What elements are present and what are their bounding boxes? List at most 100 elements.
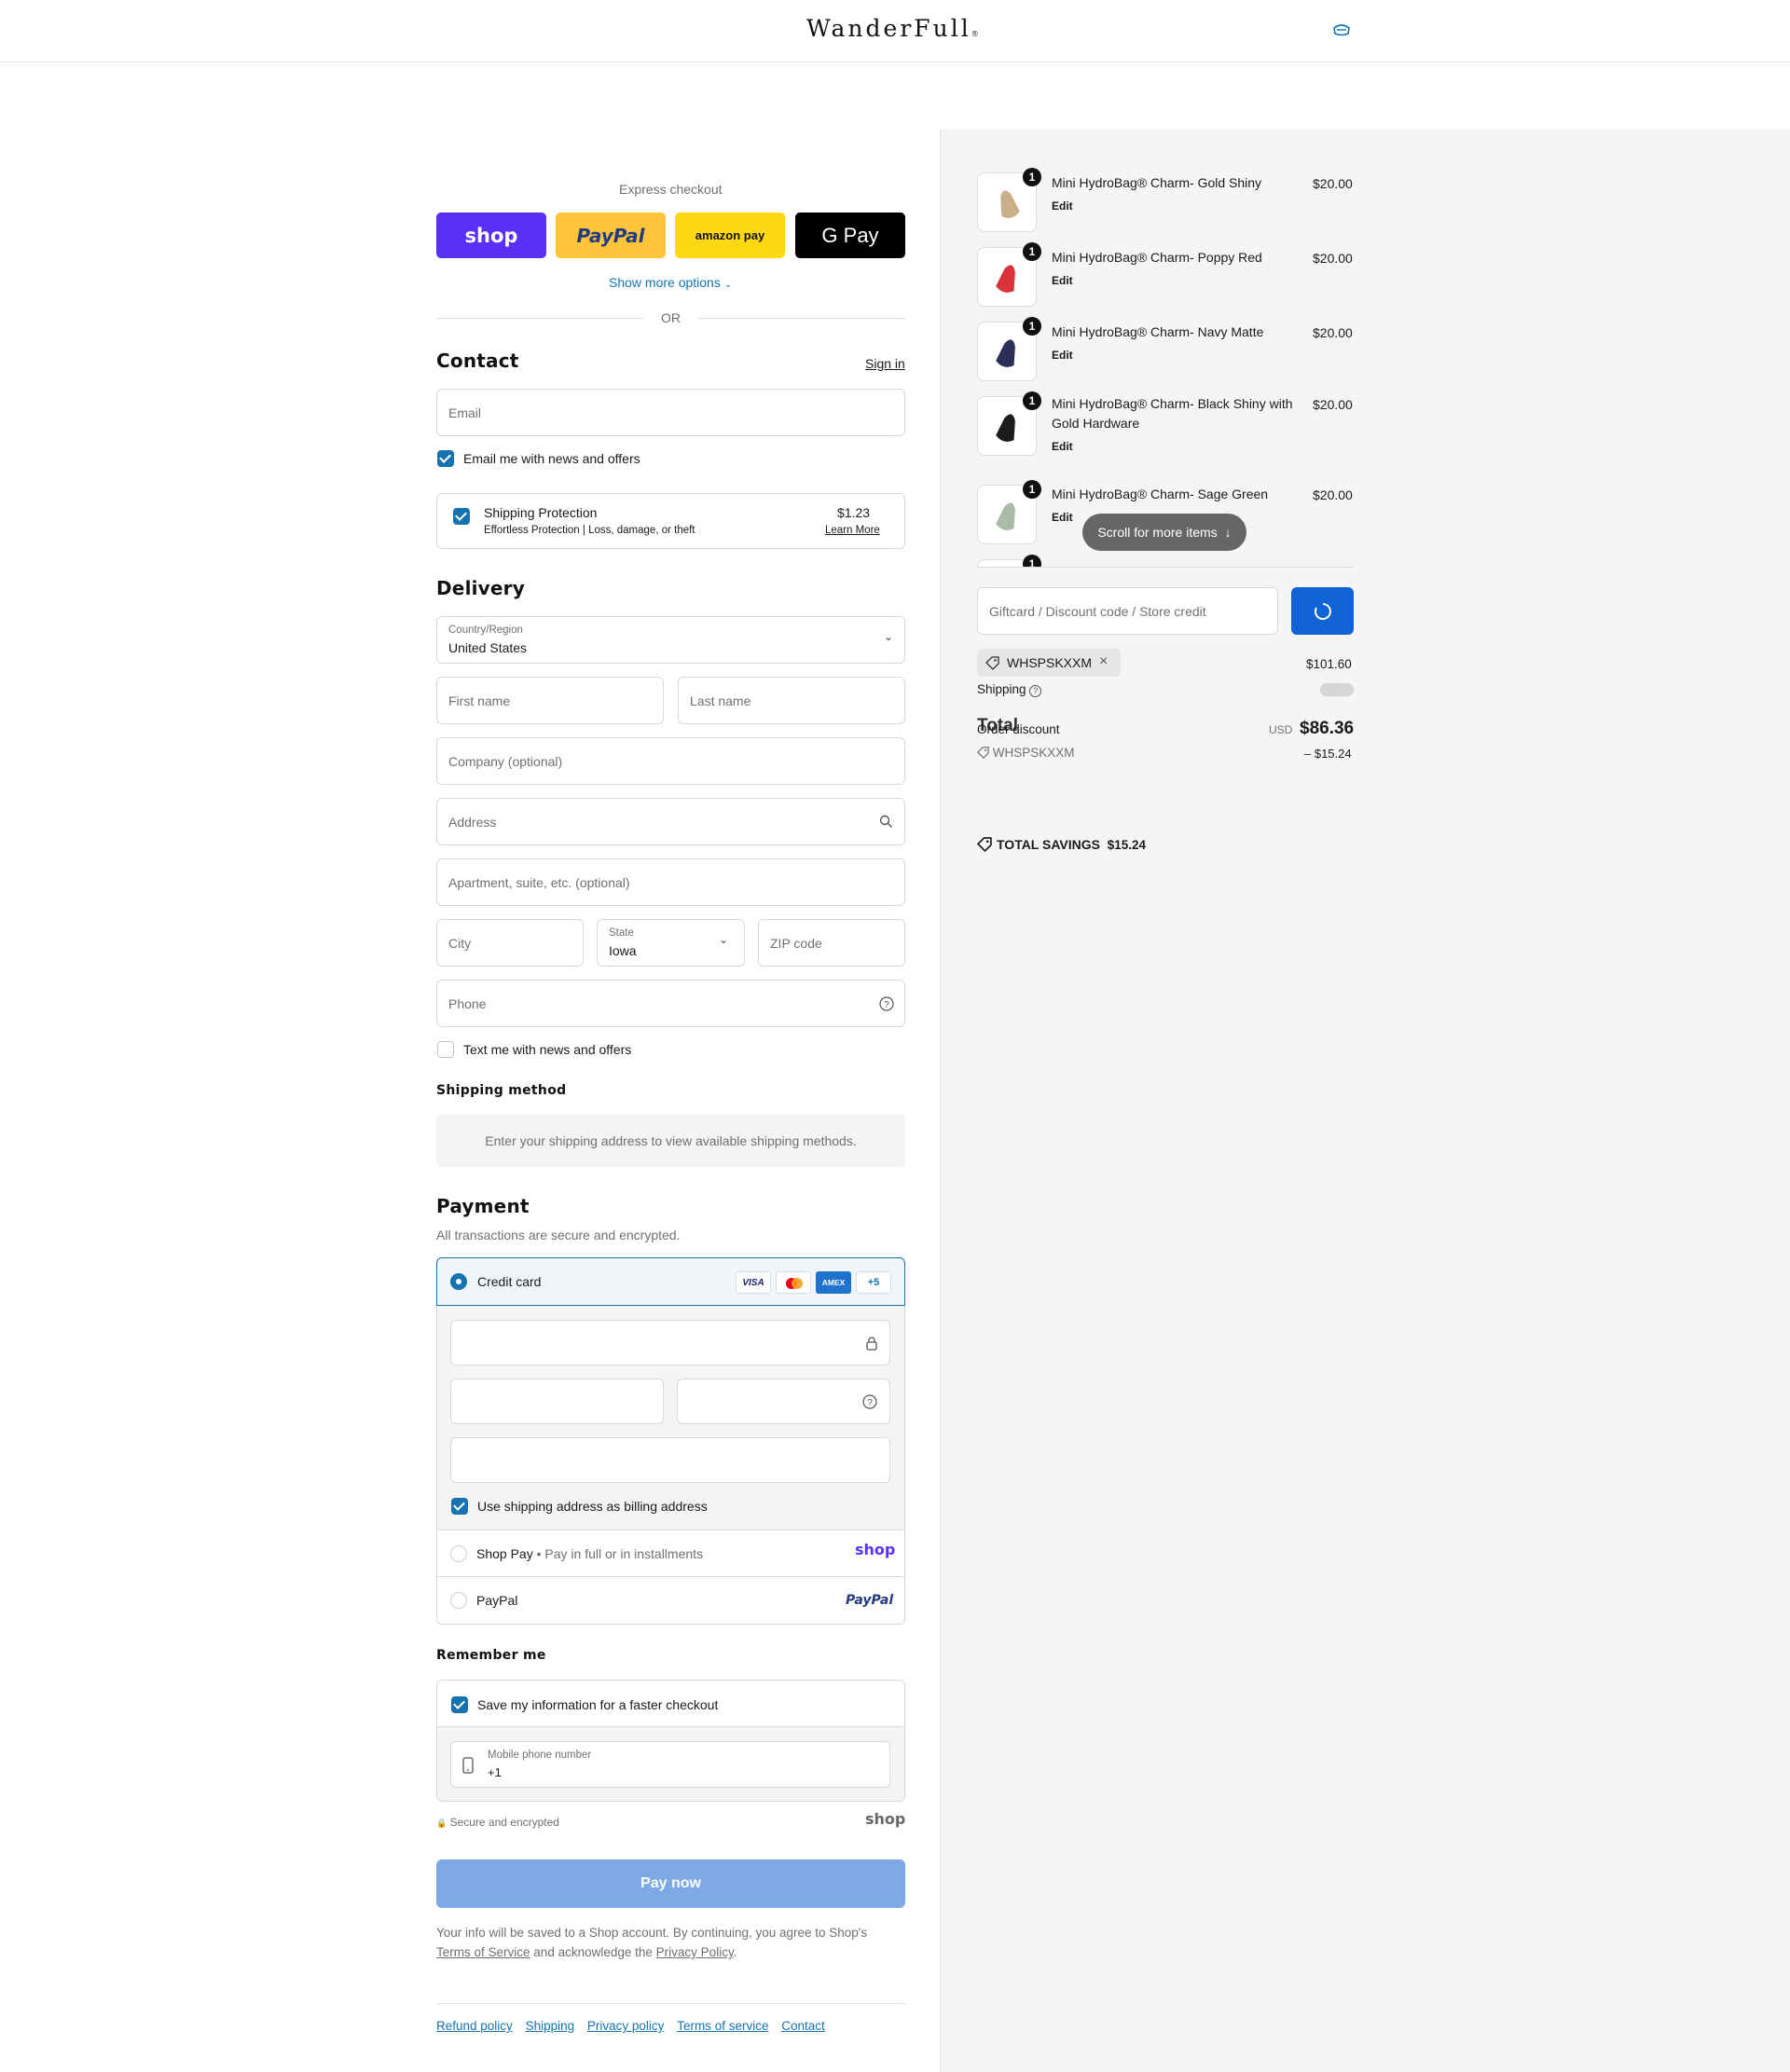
expiration-field[interactable] — [450, 1379, 664, 1424]
item-price: $20.00 — [1313, 176, 1353, 191]
shipping-protection-title: Shipping Protection — [484, 505, 598, 520]
shop-privacy-link[interactable]: Privacy Policy — [656, 1945, 734, 1959]
shipping-protection-subtitle: Effortless Protection | Loss, damage, or… — [484, 525, 695, 536]
city-field[interactable]: City — [436, 919, 584, 967]
google-pay-button[interactable]: G Pay — [795, 213, 905, 258]
billing-same-label: Use shipping address as billing address — [477, 1499, 708, 1514]
shipping-method-box: Enter your shipping address to view avai… — [436, 1115, 905, 1167]
item-edit-link[interactable]: Edit — [1052, 199, 1073, 213]
paypal-option[interactable]: PayPal PayPal — [437, 1578, 904, 1624]
privacy-policy-link[interactable]: Privacy policy — [587, 2019, 665, 2033]
card-number-field[interactable] — [450, 1320, 890, 1365]
shop-logo: shop — [865, 1810, 906, 1828]
name-on-card-field[interactable] — [450, 1437, 890, 1483]
contact-link[interactable]: Contact — [781, 2019, 825, 2033]
shop-pay-button[interactable]: shop — [436, 213, 546, 258]
shipping-protection-box: Shipping Protection Effortless Protectio… — [436, 493, 905, 549]
paypal-label: PayPal — [576, 224, 645, 247]
learn-more-link[interactable]: Learn More — [825, 525, 880, 536]
show-more-options-link[interactable]: Show more options ⌄ — [609, 275, 732, 290]
help-icon[interactable]: ? — [1029, 685, 1042, 697]
discount-code-field[interactable]: Giftcard / Discount code / Store credit — [977, 587, 1278, 635]
phone-field[interactable]: Phone ? — [436, 980, 905, 1027]
address-field[interactable]: Address — [436, 798, 905, 845]
store-logo[interactable]: WanderFull® — [806, 15, 979, 42]
country-select[interactable]: Country/Region United States ⌄ — [436, 616, 905, 664]
email-field[interactable]: Email — [436, 389, 905, 436]
email-optin-checkbox[interactable] — [437, 450, 454, 467]
first-name-field[interactable]: First name — [436, 677, 664, 724]
company-field[interactable]: Company (optional) — [436, 737, 905, 785]
legal-end: . — [733, 1945, 737, 1959]
item-name: Mini HydroBag® Charm- Sage Green — [1052, 487, 1269, 501]
remember-me-box: Save my information for a faster checkou… — [436, 1680, 905, 1802]
mobile-value: +1 — [488, 1765, 502, 1779]
scroll-more-label: Scroll for more items — [1097, 525, 1218, 540]
item-price: $20.00 — [1313, 397, 1353, 412]
quantity-badge: 1 — [1023, 242, 1041, 261]
payment-heading: Payment — [436, 1195, 530, 1217]
zip-placeholder: ZIP code — [770, 935, 822, 951]
credit-card-radio[interactable] — [450, 1273, 467, 1290]
chevron-down-icon: ⌄ — [723, 280, 733, 290]
state-label: State — [609, 927, 634, 939]
tag-icon — [976, 837, 992, 853]
legal-notice: Your info will be saved to a Shop accoun… — [436, 1923, 905, 1962]
chevron-down-icon: ⌄ — [719, 933, 729, 946]
amex-badge-label: AMEX — [821, 1278, 846, 1287]
sign-in-link[interactable]: Sign in — [865, 356, 905, 371]
terms-of-service-link[interactable]: Terms of service — [677, 2019, 768, 2033]
apartment-field[interactable]: Apartment, suite, etc. (optional) — [436, 858, 905, 906]
item-edit-link[interactable]: Edit — [1052, 349, 1073, 362]
amazon-pay-button[interactable]: amazon pay — [675, 213, 785, 258]
more-cards-badge: +5 — [856, 1271, 891, 1294]
shipping-protection-checkbox[interactable] — [453, 508, 470, 525]
item-edit-link[interactable]: Edit — [1052, 511, 1073, 524]
lock-icon: 🔒 — [436, 1818, 448, 1828]
state-select[interactable]: State Iowa ⌄ — [597, 919, 745, 967]
remove-discount-icon[interactable]: × — [1099, 653, 1108, 670]
help-icon[interactable]: ? — [862, 1394, 877, 1409]
visa-icon: VISA — [736, 1271, 771, 1294]
security-code-field[interactable]: ? — [677, 1379, 890, 1424]
divider-left — [436, 318, 643, 319]
state-value: Iowa — [609, 943, 637, 958]
search-icon — [879, 815, 892, 828]
card-details-panel: ? Use shipping address as billing addres… — [437, 1306, 904, 1530]
chevron-down-icon: ⌄ — [884, 630, 894, 643]
paypal-radio[interactable] — [450, 1592, 467, 1609]
shop-pay-radio[interactable] — [450, 1545, 467, 1562]
shipping-method-heading: Shipping method — [436, 1083, 567, 1098]
mobile-phone-field[interactable]: Mobile phone number +1 — [450, 1741, 890, 1788]
item-edit-link[interactable]: Edit — [1052, 440, 1073, 453]
shop-pay-option[interactable]: Shop Pay • Pay in full or in installment… — [437, 1531, 904, 1577]
secure-label: Secure and encrypted — [449, 1816, 559, 1829]
cart-icon[interactable] — [1331, 22, 1352, 37]
discount-line-code: WHSPSKXXM — [992, 746, 1075, 760]
credit-card-option[interactable]: Credit card VISA AMEX +5 — [436, 1257, 905, 1306]
shop-terms-link[interactable]: Terms of Service — [436, 1945, 530, 1959]
apply-discount-button[interactable] — [1291, 587, 1354, 635]
legal-mid: and acknowledge the — [533, 1945, 653, 1959]
loading-spinner-icon — [1314, 603, 1331, 620]
refund-policy-link[interactable]: Refund policy — [436, 2019, 513, 2033]
shipping-policy-link[interactable]: Shipping — [526, 2019, 575, 2033]
company-placeholder: Company (optional) — [448, 753, 563, 769]
last-name-field[interactable]: Last name — [678, 677, 905, 724]
item-name: Mini HydroBag® Charm- Poppy Red — [1052, 250, 1262, 265]
pay-now-button[interactable]: Pay now — [436, 1859, 905, 1908]
more-cards-label: +5 — [867, 1277, 880, 1288]
country-value: United States — [448, 640, 528, 655]
email-optin-label: Email me with news and offers — [463, 451, 640, 466]
scroll-more-button[interactable]: Scroll for more items ↓ — [1082, 514, 1246, 551]
billing-same-checkbox[interactable] — [451, 1498, 468, 1515]
quantity-badge: 1 — [1023, 168, 1041, 186]
help-icon[interactable]: ? — [879, 996, 894, 1011]
save-info-checkbox[interactable] — [451, 1696, 468, 1713]
text-optin-checkbox[interactable] — [437, 1041, 454, 1058]
shipping-label-text: Shipping — [977, 682, 1026, 696]
mobile-panel: Mobile phone number +1 — [437, 1726, 904, 1801]
paypal-button[interactable]: PayPal — [556, 213, 666, 258]
item-edit-link[interactable]: Edit — [1052, 274, 1073, 287]
zip-field[interactable]: ZIP code — [758, 919, 905, 967]
